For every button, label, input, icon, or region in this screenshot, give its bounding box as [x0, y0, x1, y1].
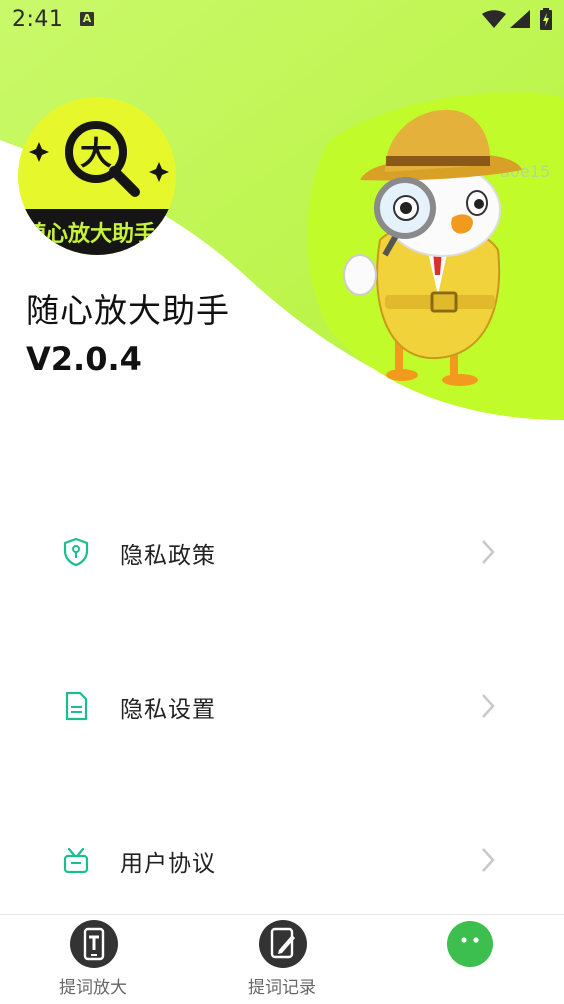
app-name: 随心放大助手 — [26, 291, 230, 330]
about-screen: 2:41 A 大 随心放大助手 随心放大助手 V2.0.4 a0e15 隐私政策… — [0, 0, 564, 1004]
chevron-right-icon — [482, 848, 495, 872]
gift-box-icon — [63, 847, 89, 874]
nav-item-mine[interactable] — [409, 915, 529, 1004]
chevron-right-icon — [482, 540, 495, 564]
chevron-right-icon — [482, 694, 495, 718]
nav-item-teleprompter[interactable]: 提词放大 — [33, 915, 153, 1004]
app-version: V2.0.4 — [26, 340, 142, 378]
menu-item-label: 用户协议 — [120, 851, 216, 877]
detective-chicken-mascot — [343, 109, 522, 386]
shield-icon — [63, 537, 89, 567]
logo-glyph: 大 — [80, 134, 112, 172]
teleprompter-icon — [70, 920, 118, 968]
battery-charging-icon — [540, 8, 552, 30]
status-bar: 2:41 A — [0, 0, 564, 40]
chat-face-icon — [447, 921, 493, 967]
nav-label: 提词记录 — [248, 978, 316, 998]
menu-item-privacy-policy[interactable]: 隐私政策 — [0, 512, 564, 592]
app-logo: 大 随心放大助手 — [18, 97, 176, 255]
status-time: 2:41 — [12, 7, 64, 32]
logo-text: 随心放大助手 — [24, 221, 156, 247]
bottom-nav: 提词放大 提词记录 — [0, 914, 564, 1004]
menu-item-user-agreement[interactable]: 用户协议 — [0, 820, 564, 900]
menu-item-label: 隐私设置 — [120, 697, 216, 723]
menu-item-privacy-settings[interactable]: 隐私设置 — [0, 666, 564, 746]
a-badge-icon: A — [80, 12, 94, 26]
signal-icon — [510, 10, 530, 28]
nav-label: 提词放大 — [59, 978, 127, 998]
menu-item-label: 隐私政策 — [120, 543, 216, 569]
document-icon — [65, 691, 88, 721]
edit-record-icon — [259, 920, 307, 968]
nav-item-records[interactable]: 提词记录 — [222, 915, 342, 1004]
wifi-icon — [482, 10, 506, 28]
